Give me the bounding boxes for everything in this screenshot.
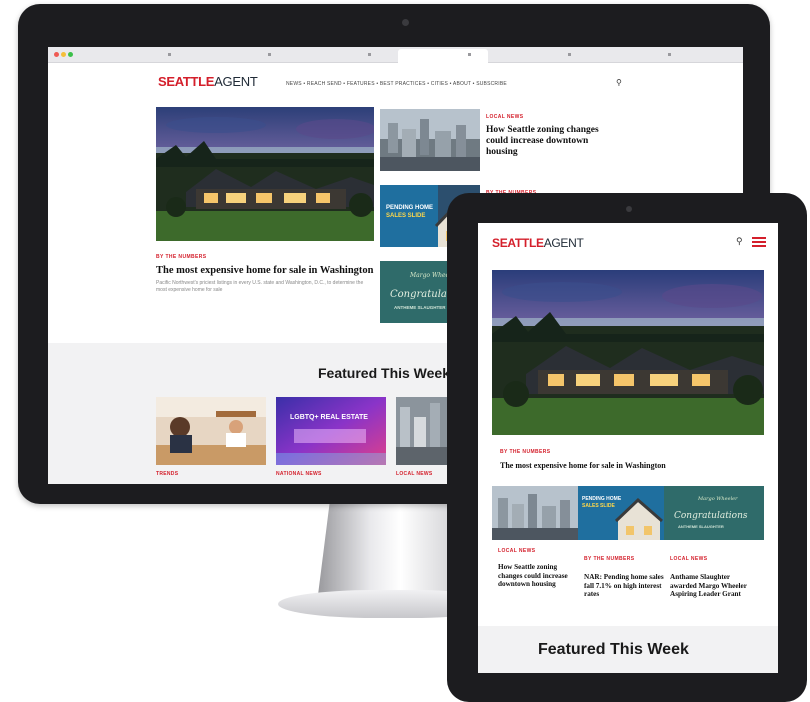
maximize-window-icon[interactable] xyxy=(68,52,73,57)
site-logo[interactable]: SEATTLEAGENT xyxy=(158,74,258,89)
site-header: SEATTLEAGENT NEWS • REACH SEND • FEATURE… xyxy=(48,63,743,99)
tablet-col-3-headline-link[interactable]: Anthame Slaughter awarded Margo Wheeler … xyxy=(670,573,750,599)
close-window-icon[interactable] xyxy=(54,52,59,57)
tablet-strip-image-congrats[interactable]: Margo Wheeler Congratulations ANTHEME SL… xyxy=(664,486,764,540)
browser-tab[interactable] xyxy=(468,53,471,56)
hamburger-menu-icon[interactable] xyxy=(752,237,766,247)
svg-text:Congratulations: Congratulations xyxy=(674,511,748,521)
tablet-hero-kicker: BY THE NUMBERS xyxy=(500,449,551,455)
svg-text:ANTHEME SLAUGHTER: ANTHEME SLAUGHTER xyxy=(678,524,724,529)
logo-text-seattle: SEATTLE xyxy=(158,74,215,89)
search-icon[interactable]: ⚲ xyxy=(736,236,743,247)
hero-description: Pacific Northwest's priciest listings in… xyxy=(156,280,364,293)
side-story-image-city[interactable] xyxy=(380,109,480,171)
svg-text:SALES SLIDE: SALES SLIDE xyxy=(582,503,615,509)
browser-tab-active[interactable] xyxy=(398,49,488,63)
browser-tab[interactable] xyxy=(368,53,371,56)
svg-text:ANTHEME SLAUGHTER: ANTHEME SLAUGHTER xyxy=(394,305,446,310)
side-story-1-kicker: LOCAL NEWS xyxy=(486,114,524,120)
featured-section-title: Featured This Week xyxy=(318,365,451,381)
svg-text:PENDING HOME: PENDING HOME xyxy=(386,205,433,211)
browser-tab[interactable] xyxy=(268,53,271,56)
featured-card-3-kicker: LOCAL NEWS xyxy=(396,471,433,477)
monitor-camera xyxy=(402,19,409,26)
featured-card-image-trends[interactable] xyxy=(156,397,266,465)
tablet-hero-headline-link[interactable]: The most expensive home for sale in Wash… xyxy=(500,461,666,470)
featured-card-1-kicker: TRENDS xyxy=(156,471,179,477)
tablet-hero-image[interactable] xyxy=(492,270,764,435)
tablet-col-2-kicker: BY THE NUMBERS xyxy=(584,556,635,562)
svg-text:LGBTQ+ REAL ESTATE: LGBTQ+ REAL ESTATE xyxy=(290,414,368,421)
hero-image[interactable] xyxy=(156,107,374,241)
svg-text:SALES SLIDE: SALES SLIDE xyxy=(386,213,425,219)
tablet-screen: SEATTLEAGENT ⚲ BY THE NUMBERS The most e… xyxy=(478,223,778,673)
hero-kicker: BY THE NUMBERS xyxy=(156,254,207,260)
browser-tab[interactable] xyxy=(668,53,671,56)
tablet-col-1-kicker: LOCAL NEWS xyxy=(498,548,536,554)
tablet-featured-section-title: Featured This Week xyxy=(538,641,689,658)
tablet-logo-text-seattle: SEATTLE xyxy=(492,236,544,250)
main-nav-links[interactable]: NEWS • REACH SEND • FEATURES • BEST PRAC… xyxy=(286,81,507,87)
svg-text:PENDING HOME: PENDING HOME xyxy=(582,496,622,502)
tablet-logo-text-agent: AGENT xyxy=(543,236,584,250)
side-story-1-headline-link[interactable]: How Seattle zoning changes could increas… xyxy=(486,125,616,158)
tablet-site-logo[interactable]: SEATTLEAGENT xyxy=(492,236,584,250)
tablet-strip-image-pending-sales[interactable]: PENDING HOME SALES SLIDE xyxy=(578,486,664,540)
featured-card-image-lgbtq[interactable]: LGBTQ+ REAL ESTATE xyxy=(276,397,386,465)
svg-text:Margo Wheeler: Margo Wheeler xyxy=(697,496,738,502)
hero-headline-link[interactable]: The most expensive home for sale in Wash… xyxy=(156,265,374,276)
browser-tab[interactable] xyxy=(568,53,571,56)
tablet-col-3-kicker: LOCAL NEWS xyxy=(670,556,708,562)
tablet-col-2-headline-link[interactable]: NAR: Pending home sales fall 7.1% on hig… xyxy=(584,573,664,599)
tablet-camera xyxy=(626,206,632,212)
browser-tab[interactable] xyxy=(168,53,171,56)
browser-toolbar xyxy=(48,47,743,63)
tablet-device: SEATTLEAGENT ⚲ BY THE NUMBERS The most e… xyxy=(447,193,807,702)
minimize-window-icon[interactable] xyxy=(61,52,66,57)
tablet-strip-image-city[interactable] xyxy=(492,486,578,540)
monitor-stand-neck xyxy=(318,500,468,595)
search-icon[interactable]: ⚲ xyxy=(616,78,622,87)
featured-card-2-kicker: NATIONAL NEWS xyxy=(276,471,322,477)
tablet-col-1-headline-link[interactable]: How Seattle zoning changes could increas… xyxy=(498,563,578,589)
logo-text-agent: AGENT xyxy=(214,74,258,89)
